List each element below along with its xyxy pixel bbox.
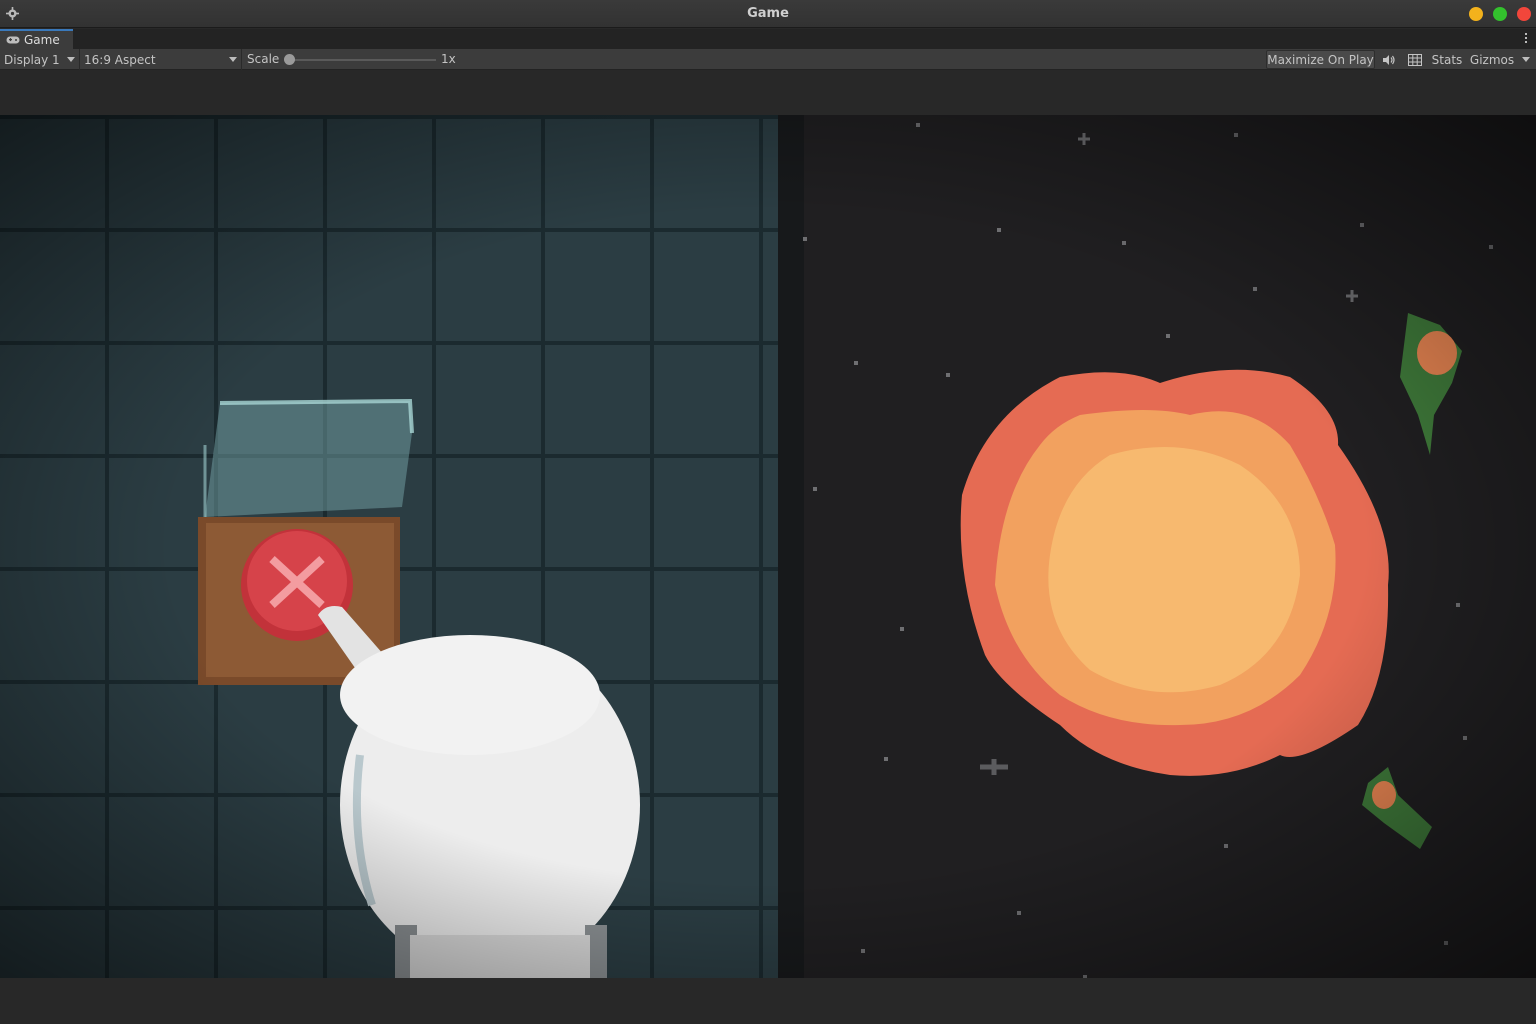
chevron-down-icon — [229, 57, 237, 62]
aspect-dropdown[interactable]: 16:9 Aspect — [80, 49, 242, 70]
tab-game[interactable]: Game — [0, 29, 73, 49]
kebab-menu-icon[interactable] — [1524, 32, 1528, 46]
mute-audio-toggle[interactable] — [1378, 50, 1400, 69]
maximize-on-play-toggle[interactable]: Maximize On Play — [1266, 50, 1375, 69]
stats-toggle[interactable]: Stats — [1429, 50, 1465, 69]
stats-label: Stats — [1431, 52, 1463, 67]
window-title: Game — [747, 6, 789, 21]
scale-slider-track[interactable] — [288, 59, 436, 61]
scale-value: 1x — [441, 52, 456, 66]
shortcuts-toggle[interactable] — [1403, 50, 1427, 69]
maximize-button[interactable] — [1493, 7, 1507, 21]
bottom-strip — [0, 978, 1536, 1024]
gamepad-icon — [6, 36, 20, 44]
game-render — [198, 123, 1493, 978]
tab-bar: Game — [0, 29, 1536, 49]
display-value: Display 1 — [4, 52, 60, 67]
minimize-button[interactable] — [1469, 7, 1483, 21]
speaker-icon — [1383, 54, 1395, 65]
gizmos-label: Gizmos — [1469, 52, 1515, 67]
scale-label: Scale — [247, 52, 280, 66]
explosion-sprite — [960, 369, 1389, 776]
glass-case — [203, 398, 414, 517]
scale-slider-handle[interactable] — [284, 54, 295, 65]
astronaut-sprite — [318, 606, 640, 978]
display-dropdown[interactable]: Display 1 — [0, 49, 80, 70]
maximize-on-play-label: Maximize On Play — [1267, 52, 1374, 67]
game-toolbar: Display 1 16:9 Aspect Scale 1x Maximize … — [0, 49, 1536, 70]
tab-label: Game — [24, 33, 60, 47]
gizmos-toggle[interactable]: Gizmos — [1467, 50, 1519, 69]
title-bar: Game — [0, 0, 1536, 28]
aspect-value: 16:9 Aspect — [84, 52, 156, 67]
gizmos-dropdown-arrow[interactable] — [1522, 57, 1530, 62]
game-viewport[interactable] — [0, 115, 1536, 978]
grid-icon — [1408, 53, 1422, 66]
close-button[interactable] — [1517, 7, 1531, 21]
chevron-down-icon — [67, 57, 75, 62]
